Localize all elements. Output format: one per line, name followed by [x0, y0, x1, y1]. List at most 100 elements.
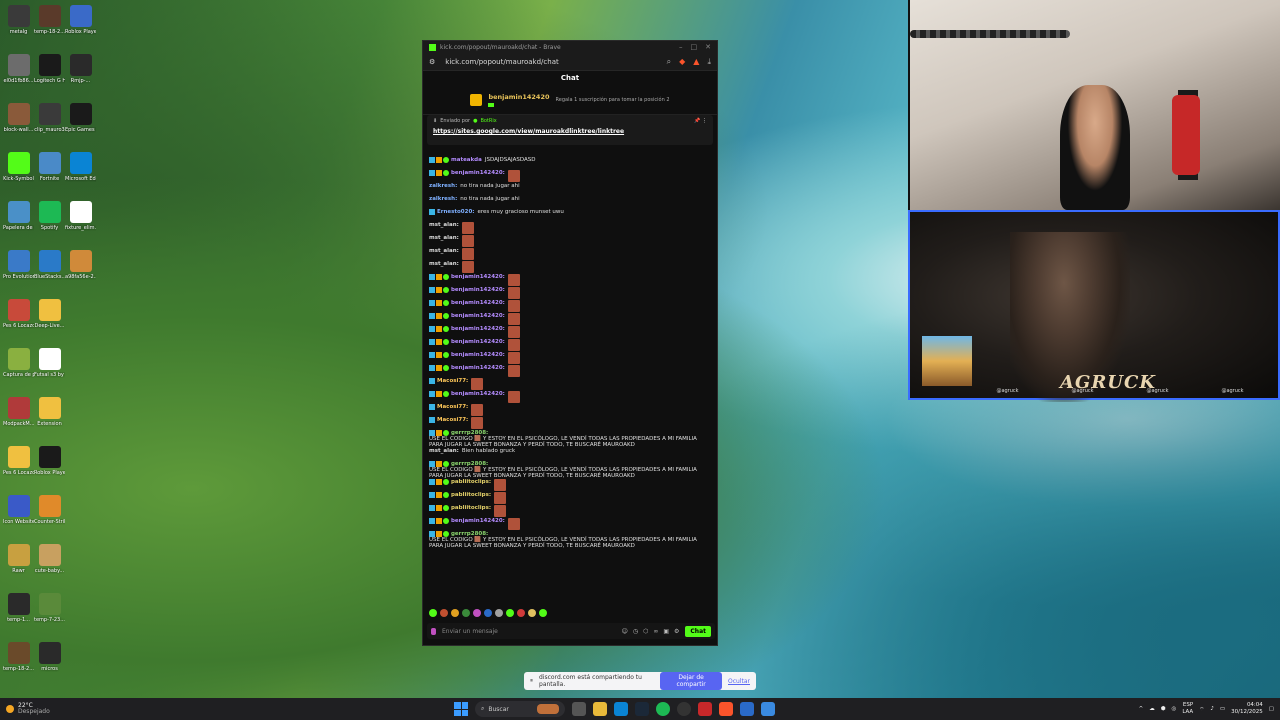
chat-message[interactable]: Macosi77: [429, 404, 713, 417]
desktop-icon[interactable]: Logitech G HUB [34, 51, 65, 100]
emote-quick[interactable] [528, 609, 536, 617]
emote-quick[interactable] [462, 609, 470, 617]
desktop-icon[interactable]: Counter-Strike [34, 492, 65, 541]
chat-username[interactable]: benjamin142420: [451, 352, 505, 358]
chat-username[interactable]: benjamin142420: [451, 518, 505, 524]
desktop-icon[interactable]: Extension [34, 394, 65, 443]
tray-app-icon[interactable]: ⬢ [1161, 706, 1166, 712]
emote-quick[interactable] [484, 609, 492, 617]
emote-picker-icon[interactable]: ☺ [622, 628, 628, 635]
steam-icon[interactable] [635, 702, 649, 716]
send-chat-button[interactable]: Chat [685, 625, 711, 637]
edge-icon[interactable] [614, 702, 628, 716]
chat-message[interactable]: gerrrp2808: USE EL CODIGO 🟫 Y ESTOY EN EL… [429, 461, 713, 479]
chat-username[interactable]: benjamin142420: [451, 170, 505, 176]
chat-username[interactable]: benjamin142420: [451, 313, 505, 319]
url-field[interactable]: kick.com/popout/mauroakd/chat [445, 58, 558, 66]
voice-icon[interactable] [431, 627, 436, 635]
chat-username[interactable]: mst_alan: [429, 235, 459, 241]
pinned-link[interactable]: https://sites.google.com/view/mauroakdli… [433, 128, 707, 135]
chat-username[interactable]: benjamin142420: [451, 274, 505, 280]
desktop-icon[interactable]: temp-7-23... [34, 590, 65, 639]
emote-quick[interactable] [539, 609, 547, 617]
chat-username[interactable]: zalkresh: [429, 196, 457, 202]
chat-message[interactable]: benjamin142420: [429, 391, 713, 404]
chat-message[interactable]: zalkresh: no tira nada jugar ahi [429, 183, 713, 196]
chat-message[interactable]: benjamin142420: [429, 326, 713, 339]
maximize-icon[interactable]: □ [691, 43, 698, 51]
sub-gift-banner[interactable]: benjamin142420 Regala 1 suscripción para… [423, 85, 717, 115]
taskbar-search[interactable]: ⌕ Buscar [475, 701, 565, 717]
desktop-icon[interactable]: Deep-Live... [34, 296, 65, 345]
desktop-icon[interactable]: Rmjp-... [65, 51, 96, 100]
brave-shield-icon[interactable]: ◆ [679, 57, 685, 67]
desktop-icon[interactable]: Roblox Player [65, 2, 96, 51]
chat-username[interactable]: benjamin142420: [451, 300, 505, 306]
chat-username[interactable]: mateakda [451, 157, 482, 163]
desktop-icon[interactable]: el0d1fb86... [3, 51, 34, 100]
chat-message[interactable]: pabliitoclips: [429, 492, 713, 505]
emote-quick[interactable] [495, 609, 503, 617]
chat-message[interactable]: Macosi77: [429, 417, 713, 430]
brave-rewards-icon[interactable]: ▲ [693, 57, 699, 67]
weather-widget[interactable]: 22°C Despejado [6, 703, 50, 715]
chat-message[interactable]: benjamin142420: [429, 313, 713, 326]
emote-quick[interactable] [473, 609, 481, 617]
desktop-icon[interactable]: fixture_elim... [65, 198, 96, 247]
chat-username[interactable]: Macosi77: [437, 417, 468, 423]
desktop-icon[interactable]: Roblox Player [34, 443, 65, 492]
chat-username[interactable]: pabliitoclips: [451, 505, 491, 511]
clock[interactable]: 04:04 30/12/2025 [1231, 702, 1263, 716]
task-view-icon[interactable] [572, 702, 586, 716]
desktop-icon[interactable]: Futsal s3 by Bachinga ... [34, 345, 65, 394]
chat-message[interactable]: gerrrp2808: USE EL CODIGO 🟫 Y ESTOY EN EL… [429, 531, 713, 549]
pin-icon[interactable]: 📌 ⋮ [694, 118, 707, 124]
app-icon[interactable] [698, 702, 712, 716]
chat-username[interactable]: benjamin142420: [451, 391, 505, 397]
chat-username[interactable]: mst_alan: [429, 248, 459, 254]
desktop-icon[interactable]: Icon Websites [3, 492, 34, 541]
rewards-icon[interactable]: ∞ [653, 628, 658, 635]
emote-quick[interactable] [506, 609, 514, 617]
download-icon[interactable]: ⤓ [707, 57, 711, 67]
desktop-icon[interactable]: Pes 6 Locazos [3, 296, 34, 345]
chat-username[interactable]: benjamin142420: [451, 287, 505, 293]
zoom-icon[interactable]: ⌕ [667, 57, 671, 67]
file-explorer-icon[interactable] [593, 702, 607, 716]
app-icon[interactable] [761, 702, 775, 716]
desktop-icon[interactable]: metalg [3, 2, 34, 51]
desktop-icon[interactable]: temp-18-2... [34, 2, 65, 51]
gift-sub-icon[interactable]: ⬡ [643, 628, 648, 635]
desktop-icon[interactable]: Microsoft Edge [65, 149, 96, 198]
chat-username[interactable]: benjamin142420: [451, 339, 505, 345]
wifi-icon[interactable]: ⌔ [1199, 706, 1204, 713]
chat-message[interactable]: mst_alan: [429, 248, 713, 261]
timer-icon[interactable]: ◷ [633, 628, 638, 635]
chat-username[interactable]: benjamin142420: [451, 326, 505, 332]
desktop-icon[interactable]: Epic Games Launcher [65, 100, 96, 149]
chat-username[interactable]: mst_alan: [429, 222, 459, 228]
chat-message[interactable]: mst_alan: Bien hablado gruck [429, 448, 713, 461]
chat-username[interactable]: Macosi77: [437, 404, 468, 410]
chat-message[interactable]: benjamin142420: [429, 300, 713, 313]
app-icon[interactable] [740, 702, 754, 716]
chat-message[interactable]: benjamin142420: [429, 274, 713, 287]
chat-message[interactable]: benjamin142420: [429, 518, 713, 531]
emote-quick[interactable] [429, 609, 437, 617]
desktop-icon[interactable]: BlueStacks... [34, 247, 65, 296]
chevron-up-icon[interactable]: ^ [1139, 706, 1144, 712]
volume-icon[interactable]: ♪ [1210, 706, 1214, 712]
chat-message[interactable]: benjamin142420: [429, 365, 713, 378]
obs-icon[interactable] [677, 702, 691, 716]
emote-quick[interactable] [440, 609, 448, 617]
desktop-icon[interactable]: Rawr [3, 541, 34, 590]
desktop-icon[interactable]: Captura de pantalla 2... [3, 345, 34, 394]
chat-username[interactable]: mst_alan: [429, 261, 459, 267]
windows-start-icon[interactable] [454, 702, 468, 716]
desktop-icon[interactable]: Kick-Symbol [3, 149, 34, 198]
stop-sharing-button[interactable]: Dejar de compartir [660, 672, 722, 690]
desktop-icon[interactable]: micros [34, 639, 65, 688]
desktop-icon[interactable]: cute-baby... [34, 541, 65, 590]
tray-app-icon[interactable]: ☁ [1149, 706, 1155, 712]
chat-message[interactable]: pabliitoclips: [429, 505, 713, 518]
